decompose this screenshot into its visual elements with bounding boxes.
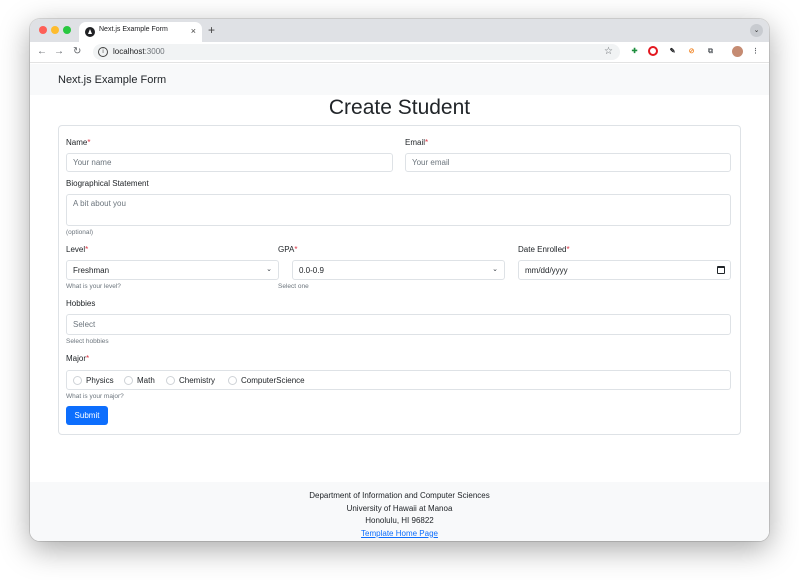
major-label: Major* [66,354,90,363]
date-enrolled-input[interactable]: mm/dd/yyyy [518,260,731,280]
green-puzzle-icon[interactable]: ✚ [629,46,640,57]
radio-label-math[interactable]: Math [137,376,155,386]
gpa-select[interactable]: 0.0-0.9 ⌄ [292,260,505,280]
nextjs-favicon-icon [85,27,95,37]
url-text[interactable]: localhost:3000 [113,47,165,57]
opera-icon[interactable] [648,46,658,56]
tab-search-chevron-icon[interactable]: ⌄ [750,24,763,37]
minimize-window-button[interactable] [51,26,59,34]
hobbies-label: Hobbies [66,299,96,308]
gpa-help: Select one [278,283,309,290]
browser-window: Next.js Example Form × + ⌄ ← → ↻ i local… [30,19,769,541]
level-help: What is your level? [66,283,121,290]
pen-icon[interactable]: ✎ [667,46,678,57]
tab-bar: Next.js Example Form × + ⌄ [30,19,769,42]
chevron-down-icon: ⌄ [266,266,272,273]
address-bar[interactable]: i localhost:3000 ☆ [93,44,620,60]
page-title: Create Student [328,96,471,119]
back-icon[interactable]: ← [37,45,47,59]
block-icon[interactable]: ⊘ [686,46,697,57]
level-value: Freshman [73,266,110,275]
footer-university: University of Hawaii at Manoa [346,503,453,513]
forward-icon[interactable]: → [54,45,64,59]
bookmark-star-icon[interactable]: ☆ [604,45,613,59]
footer-department: Department of Information and Computer S… [309,491,490,500]
name-label: Name* [66,138,91,147]
radio-chemistry[interactable] [166,376,175,385]
site-info-icon[interactable]: i [98,47,108,57]
major-radio-group: Physics Math Chemistry ComputerScience [66,370,731,390]
radio-label-computerscience[interactable]: ComputerScience [241,376,305,386]
template-home-link[interactable]: Template Home Page [30,528,769,541]
chevron-down-icon: ⌄ [492,266,498,273]
profile-avatar[interactable] [732,46,743,57]
level-label: Level* [66,245,89,254]
hobbies-help: Select hobbies [66,338,109,345]
radio-computerscience[interactable] [228,376,237,385]
footer-address: Honolulu, HI 96822 [365,516,434,525]
submit-button[interactable]: Submit [66,406,108,425]
browser-tab[interactable]: Next.js Example Form × [79,22,202,42]
close-window-button[interactable] [39,26,47,34]
bio-textarea[interactable] [66,194,731,226]
footer: Department of Information and Computer S… [30,482,769,541]
browser-menu-icon[interactable]: ⋮ [750,46,761,57]
email-label: Email* [405,138,429,147]
browser-toolbar: ← → ↻ i localhost:3000 ☆ ✚ ✎ ⊘ ⧉ ⋮ [30,42,769,63]
name-input[interactable] [66,153,393,172]
page-content: Next.js Example Form Create Student Name… [30,64,769,541]
reload-icon[interactable]: ↻ [73,45,81,59]
date-placeholder: mm/dd/yyyy [525,266,568,275]
level-select[interactable]: Freshman ⌄ [66,260,279,280]
gpa-value: 0.0-0.9 [299,266,324,275]
radio-math[interactable] [124,376,133,385]
radio-physics[interactable] [73,376,82,385]
email-input[interactable] [405,153,731,172]
calendar-icon[interactable] [717,266,725,274]
student-form: Name* Email* Biographical Statement (opt… [58,125,741,435]
navbar: Next.js Example Form [30,64,769,95]
navbar-brand[interactable]: Next.js Example Form [58,74,166,86]
hobbies-multiselect[interactable] [66,314,731,335]
radio-label-chemistry[interactable]: Chemistry [179,376,215,386]
bio-help: (optional) [66,229,94,236]
date-enrolled-label: Date Enrolled* [518,245,570,254]
gpa-label: GPA* [278,245,298,254]
new-tab-button[interactable]: + [208,23,215,37]
bio-label: Biographical Statement [66,179,149,188]
extensions-icon[interactable]: ⧉ [705,46,716,57]
radio-label-physics[interactable]: Physics [86,376,114,386]
major-help: What is your major? [66,393,124,400]
zoom-window-button[interactable] [63,26,71,34]
tab-close-icon[interactable]: × [191,25,196,37]
tab-title: Next.js Example Form [99,26,168,33]
